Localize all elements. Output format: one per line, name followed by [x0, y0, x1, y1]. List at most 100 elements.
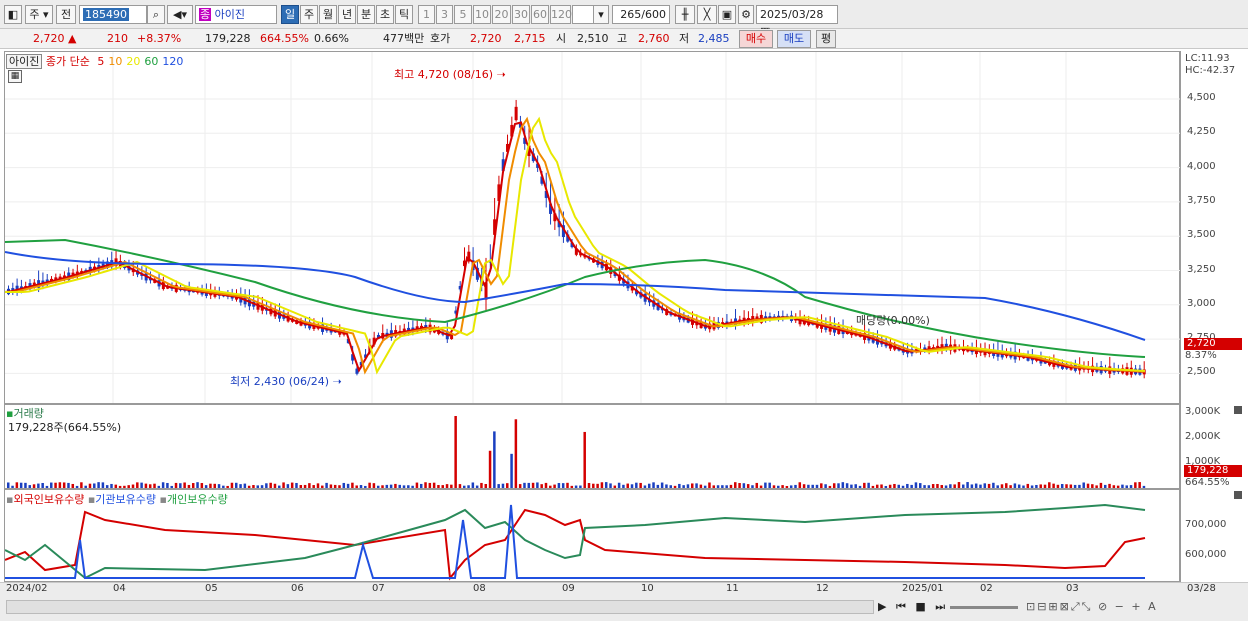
volume-bar	[557, 483, 561, 488]
low-price: 2,485	[698, 32, 730, 45]
volume-bar	[1073, 484, 1077, 488]
individual-holding-label: 개인보유수량	[166, 493, 228, 506]
chevron-down-icon[interactable]: ▾	[593, 5, 609, 24]
period-tab[interactable]: 분	[357, 5, 375, 24]
indicator-icon[interactable]: ╳	[697, 5, 717, 24]
hc-label: HC:-42.37	[1185, 65, 1236, 76]
minute-option[interactable]: 3	[436, 5, 453, 24]
horizontal-scrollbar[interactable]	[6, 600, 874, 614]
volume-bar	[875, 484, 879, 488]
volume-bar	[278, 485, 281, 488]
sell-button[interactable]: 매도	[777, 30, 811, 48]
volume-bar	[544, 482, 548, 488]
volume-bar	[901, 485, 905, 488]
save-icon[interactable]: ▣	[718, 5, 736, 24]
volume-bar	[148, 484, 152, 488]
playback-controls[interactable]: ▶ ⏮ ■ ⏭	[878, 600, 948, 614]
volume-bar	[1052, 483, 1055, 488]
volume-bar	[587, 483, 591, 488]
minute-option[interactable]: 1	[418, 5, 435, 24]
volume-bar	[222, 485, 225, 488]
period-tab[interactable]: 주	[300, 5, 318, 24]
zoom-slider[interactable]	[950, 606, 1018, 609]
market-type-select[interactable]: 주 ▾	[25, 5, 53, 24]
volume-bar	[183, 482, 186, 488]
volume-bar	[501, 483, 505, 488]
volume-bar	[536, 482, 539, 488]
volume-bar	[71, 483, 75, 488]
price-chart-canvas[interactable]	[5, 52, 1180, 403]
minute-option[interactable]: 20	[492, 5, 511, 24]
volume-bar	[798, 482, 802, 488]
volume-bar	[407, 485, 410, 488]
volume-bar	[329, 484, 333, 488]
volume-bar	[273, 483, 277, 488]
volume-bar	[923, 485, 926, 488]
volume-bar	[1000, 484, 1004, 488]
holding-tick: 700,000	[1185, 519, 1227, 530]
volume-bar	[290, 482, 294, 488]
period-tab[interactable]: 년	[338, 5, 356, 24]
stock-name-field[interactable]: 종 아이진	[195, 5, 277, 24]
volume-bar	[962, 484, 965, 488]
period-tab[interactable]: 초	[376, 5, 394, 24]
volume-bar	[931, 484, 935, 488]
volume-bar	[445, 484, 449, 488]
volume-bar	[428, 482, 432, 488]
volume-bar	[699, 484, 703, 488]
period-tab[interactable]: 월	[319, 5, 337, 24]
candle-type-icon[interactable]: ╫	[675, 5, 695, 24]
speaker-icon[interactable]: ◀▾	[167, 5, 193, 24]
volume-canvas[interactable]	[5, 405, 1180, 488]
time-axis-label: 02	[980, 583, 993, 594]
prev-button[interactable]: 전	[56, 5, 76, 24]
volume-bar	[54, 482, 57, 488]
period-tab[interactable]: 틱	[395, 5, 413, 24]
lc-label: LC:11.93	[1185, 53, 1230, 64]
grid-toggle-icon[interactable]: ▦	[8, 70, 22, 83]
price-tick: 4,500	[1187, 92, 1216, 103]
volume-bar	[1065, 484, 1068, 488]
foreign-holding-label: 외국인보유수량	[13, 493, 85, 506]
date-field[interactable]: 2025/03/28 ▦	[756, 5, 838, 38]
minute-option[interactable]: 120	[550, 5, 572, 24]
minute-option[interactable]: 5	[454, 5, 472, 24]
eval-button[interactable]: 평	[816, 30, 836, 48]
close-pane-icon[interactable]	[1234, 491, 1242, 499]
volume-bar	[471, 482, 475, 488]
window-menu-icon[interactable]: ◧	[4, 5, 22, 24]
volume-bar	[596, 483, 599, 488]
search-icon[interactable]: ⌕	[147, 5, 165, 24]
volume-bar	[1056, 484, 1060, 488]
volume-bar	[321, 485, 324, 488]
volume-bar	[518, 484, 522, 488]
period-tab[interactable]: 일	[281, 5, 299, 24]
close-pane-icon[interactable]	[1234, 406, 1242, 414]
high-annotation: 최고 4,720 (08/16) ➝	[394, 68, 506, 81]
volume-bar	[540, 484, 543, 488]
volume-bar	[19, 482, 23, 488]
bar-count-field[interactable]: 265/600	[612, 5, 670, 24]
minute-option[interactable]: 30	[512, 5, 530, 24]
volume-bar	[415, 482, 419, 488]
volume-bar	[97, 482, 100, 488]
gear-icon[interactable]: ⚙	[738, 5, 754, 24]
volume-value: 179,228	[205, 32, 251, 45]
minute-option[interactable]: 60	[531, 5, 549, 24]
stock-code-input[interactable]: 185490	[79, 5, 147, 24]
buy-button[interactable]: 매수	[739, 30, 773, 48]
volume-bar	[768, 482, 771, 488]
volume-tick: 2,000K	[1185, 431, 1221, 442]
bar-count-value: 265	[620, 8, 642, 21]
volume-bar	[686, 484, 690, 488]
volume-bar	[553, 484, 556, 488]
volume-bar	[1017, 484, 1021, 488]
minute-option[interactable]: 10	[473, 5, 491, 24]
price-tick: 2,500	[1187, 366, 1216, 378]
volume-bar	[708, 482, 711, 488]
volume-bar	[368, 482, 371, 488]
open-price: 2,510	[577, 32, 609, 45]
volume-bar	[824, 484, 827, 488]
tool-icons[interactable]: ⊡⊟⊞⊠⤢⤡ ⊘ − + A	[1026, 600, 1158, 614]
volume-bar	[299, 485, 303, 488]
